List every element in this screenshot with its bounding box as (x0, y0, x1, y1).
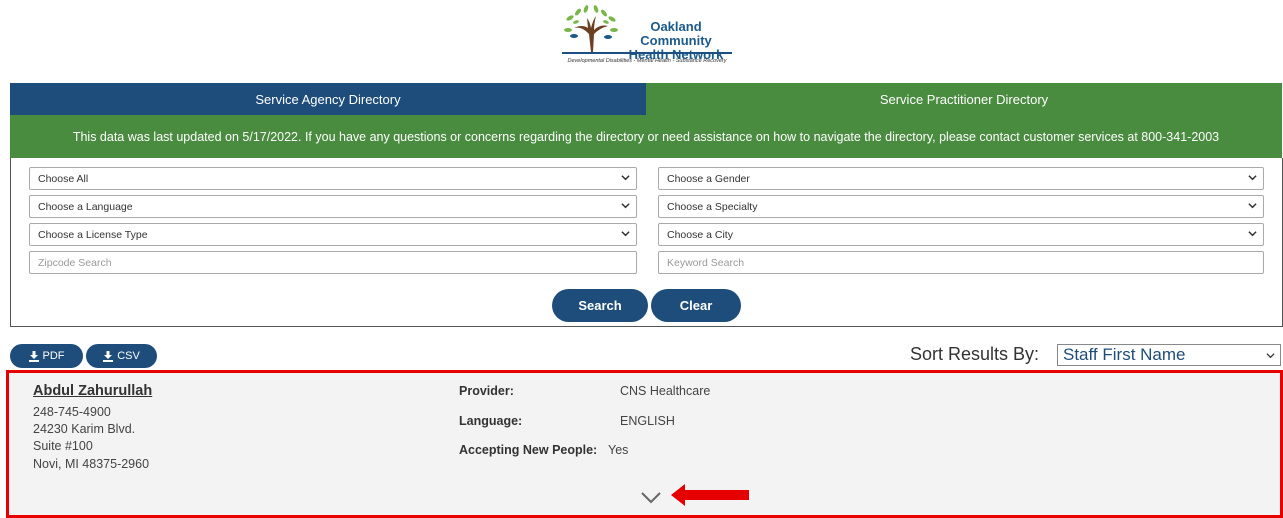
logo-tagline: Developmental Disabilities - Mental Heal… (567, 58, 727, 64)
staff-address-line1: 24230 Karim Blvd. (33, 422, 136, 436)
specialty-select[interactable]: Choose a Specialty (658, 195, 1264, 218)
category-select[interactable]: Choose All (29, 167, 637, 190)
staff-address-line2: Suite #100 (33, 439, 93, 453)
gender-select-value: Choose a Gender (667, 172, 750, 185)
chevron-down-icon (1248, 175, 1257, 181)
tab-service-practitioner-directory[interactable]: Service Practitioner Directory (646, 83, 1282, 115)
chevron-down-icon (621, 231, 630, 237)
zipcode-placeholder: Zipcode Search (38, 256, 112, 269)
pdf-export-button[interactable]: PDF (10, 344, 83, 368)
keyword-search-input[interactable]: Keyword Search (658, 251, 1264, 274)
staff-city-state-zip: Novi, MI 48375-2960 (33, 457, 150, 471)
chevron-down-icon (621, 175, 630, 181)
staff-name-link[interactable]: Abdul Zahurullah (33, 383, 152, 399)
download-icon (103, 350, 114, 362)
result-card: Abdul Zahurullah 248-745-4900 24230 Kari… (6, 370, 1283, 518)
chevron-down-icon (1248, 203, 1257, 209)
chevron-down-icon (1248, 231, 1257, 237)
logo: Oakland Community Health Network Develop… (556, 2, 736, 68)
language-select[interactable]: Choose a Language (29, 195, 637, 218)
chevron-down-icon (1266, 353, 1275, 359)
category-select-value: Choose All (38, 172, 89, 185)
language-select-value: Choose a Language (38, 200, 133, 213)
expand-chevron-icon[interactable] (640, 491, 662, 505)
csv-label: CSV (117, 350, 140, 362)
accepting-new-people-value: Yes (608, 443, 629, 457)
specialty-select-value: Choose a Specialty (667, 200, 758, 213)
city-select[interactable]: Choose a City (658, 223, 1264, 246)
search-button[interactable]: Search (552, 289, 648, 322)
city-select-value: Choose a City (667, 228, 733, 241)
keyword-placeholder: Keyword Search (667, 256, 745, 269)
logo-divider (562, 52, 732, 54)
csv-export-button[interactable]: CSV (86, 344, 157, 368)
tab-service-agency-directory[interactable]: Service Agency Directory (10, 83, 646, 115)
filter-panel: Choose All Choose a Gender Choose a Lang… (10, 158, 1283, 327)
directory-tabs: Service Agency Directory Service Practit… (10, 83, 1282, 115)
accepting-new-people-label: Accepting New People: (459, 443, 598, 457)
sort-select-value: Staff First Name (1063, 345, 1186, 364)
logo-title-line1: Oakland Community (640, 19, 712, 48)
update-notice: This data was last updated on 5/17/2022.… (10, 115, 1282, 158)
sort-label: Sort Results By: (910, 344, 1040, 364)
gender-select[interactable]: Choose a Gender (658, 167, 1264, 190)
download-icon (28, 350, 39, 362)
license-type-select[interactable]: Choose a License Type (29, 223, 637, 246)
zipcode-search-input[interactable]: Zipcode Search (29, 251, 637, 274)
pdf-label: PDF (42, 350, 65, 362)
staff-phone: 248-745-4900 (33, 405, 111, 419)
license-type-select-value: Choose a License Type (38, 228, 148, 241)
language-value: ENGLISH (620, 414, 675, 428)
language-label: Language: (459, 414, 523, 428)
provider-value: CNS Healthcare (620, 384, 711, 398)
clear-button[interactable]: Clear (651, 289, 741, 322)
logo-title: Oakland Community Health Network (616, 20, 736, 62)
tree-logo-icon (564, 5, 618, 52)
red-arrow-annotation-icon (671, 484, 749, 506)
sort-select[interactable]: Staff First Name (1057, 344, 1281, 366)
chevron-down-icon (621, 203, 630, 209)
provider-label: Provider: (459, 384, 514, 398)
